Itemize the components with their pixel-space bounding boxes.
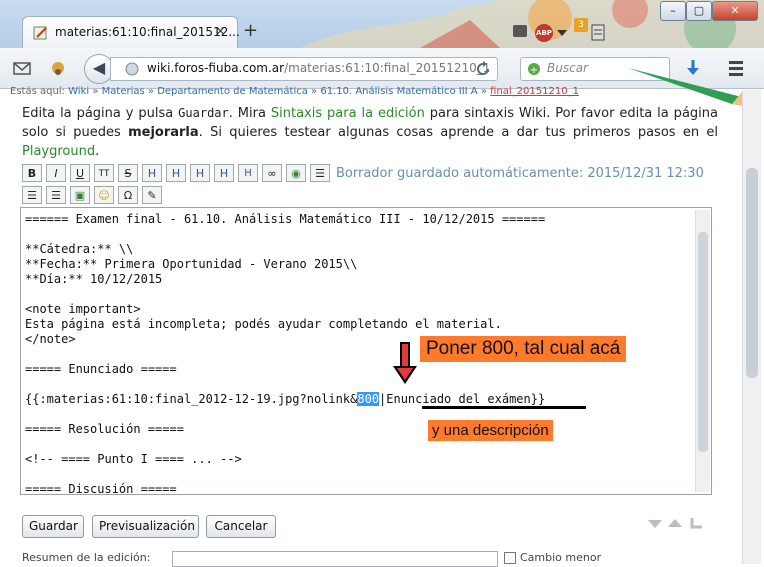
edit-instructions: Edita la página y pulsa Guardar. Mira Si… (22, 106, 718, 159)
breadcrumb-departamento[interactable]: Departamento de Matemática (157, 86, 308, 97)
breadcrumb-prefix: Estás aquí: (10, 86, 65, 97)
tab-close-icon[interactable]: × (215, 24, 226, 39)
breadcrumb-subject[interactable]: 61.10. Análisis Matemático III A (320, 86, 477, 97)
url-bar[interactable]: wiki.foros-fiuba.com.ar/materias:61:10:f… (110, 57, 498, 81)
link-icon[interactable]: ∞ (262, 164, 282, 182)
editor-toolbar: B I U TT S H H H H H ∞ ◉ ☰ ☰ ☰ ▣ ☺ Ω ✎ (22, 164, 330, 206)
unordered-list-icon[interactable]: ☰ (22, 186, 42, 204)
signature-icon[interactable]: ✎ (142, 186, 162, 204)
minor-change-label: Cambio menor (520, 551, 602, 564)
clipboard-icon[interactable] (590, 22, 606, 42)
edit-summary-row: Resumen de la edición: Cambio menor (22, 551, 622, 567)
smiley-icon[interactable]: ☺ (94, 186, 114, 204)
bold-button[interactable]: B (22, 164, 42, 182)
monospace-button[interactable]: TT (94, 164, 114, 182)
improve-word: mejorarla (128, 125, 199, 140)
breadcrumb: Estás aquí: Wiki » Materias » Departamen… (10, 86, 579, 97)
editor-scrollbar[interactable] (695, 210, 710, 492)
page-scrollbar[interactable] (742, 90, 761, 564)
minor-change-checkbox[interactable] (504, 552, 516, 564)
adblock-plus-icon[interactable]: ABP (535, 24, 553, 42)
annotation-put-800: Poner 800, tal cual acá (420, 336, 627, 362)
external-link-icon[interactable]: ◉ (286, 164, 306, 182)
maximize-icon[interactable]: ▢ (686, 1, 712, 21)
syntax-link[interactable]: Sintaxis para la edición (271, 106, 425, 121)
breadcrumb-sep: » (480, 86, 487, 97)
autosave-status: Borrador guardado automáticamente: 2015/… (336, 166, 704, 181)
annotation-description: y una descripción (428, 420, 553, 441)
special-chars-icon[interactable]: Ω (118, 186, 138, 204)
save-button[interactable]: Guardar (22, 515, 84, 538)
selected-text: 800 (357, 392, 380, 406)
image-icon[interactable]: ▣ (70, 186, 90, 204)
breadcrumb-sep: » (92, 86, 99, 97)
annotation-underline (422, 406, 586, 409)
page-scroll-thumb[interactable] (746, 168, 758, 378)
editor-resize-arrows-icon[interactable] (646, 514, 708, 532)
underline-button[interactable]: U (70, 164, 90, 182)
breadcrumb-sep: » (311, 86, 318, 97)
svg-text:+: + (530, 65, 538, 76)
dropdown-arrow-icon[interactable] (556, 28, 568, 38)
cancel-button[interactable]: Cancelar (206, 515, 276, 538)
horizontal-rule-icon[interactable]: ☰ (46, 186, 66, 204)
close-window-icon[interactable]: ✕ (712, 1, 758, 21)
summary-label: Resumen de la edición: (22, 551, 151, 564)
annotation-arrow-icon (393, 342, 417, 384)
summary-input[interactable] (172, 551, 498, 567)
breadcrumb-wiki[interactable]: Wiki (68, 86, 89, 97)
preview-button[interactable]: Previsualización (92, 515, 199, 538)
extension-puzzle-icon[interactable] (510, 22, 532, 40)
heading-same-button[interactable]: H (142, 164, 162, 182)
reload-icon[interactable] (475, 61, 491, 77)
globe-icon (125, 62, 139, 76)
notification-badge[interactable]: 3 (574, 18, 588, 32)
ordered-list-icon[interactable]: ☰ (310, 164, 330, 182)
breadcrumb-sep: » (147, 86, 155, 97)
browser-tab[interactable]: materias:61:10:final_201512... × (22, 16, 240, 49)
breadcrumb-current[interactable]: final_20151210_1 (490, 86, 579, 97)
heading-lower-button[interactable]: H (166, 164, 186, 182)
new-tab-button[interactable]: + (243, 20, 258, 41)
heading-select-button[interactable]: H (214, 164, 234, 182)
mail-icon[interactable] (12, 58, 32, 78)
tab-title: materias:61:10:final_201512... (55, 25, 240, 39)
playground-link[interactable]: Playground (22, 144, 95, 159)
minimize-icon[interactable]: – (660, 1, 686, 21)
editor-scroll-thumb[interactable] (698, 232, 708, 452)
search-engine-icon: + (528, 63, 540, 76)
url-text: wiki.foros-fiuba.com.ar/materias:61:10:f… (147, 61, 491, 75)
heading-h-button[interactable]: H (238, 164, 258, 182)
strike-button[interactable]: S (118, 164, 138, 182)
italic-button[interactable]: I (46, 164, 66, 182)
breadcrumb-materias[interactable]: Materias (102, 86, 145, 97)
search-placeholder: Buscar (547, 61, 588, 75)
save-word: Guardar (178, 106, 229, 120)
wiki-favicon-icon (33, 26, 47, 40)
heading-higher-button[interactable]: H (190, 164, 210, 182)
extension-bird-icon[interactable] (48, 58, 68, 78)
